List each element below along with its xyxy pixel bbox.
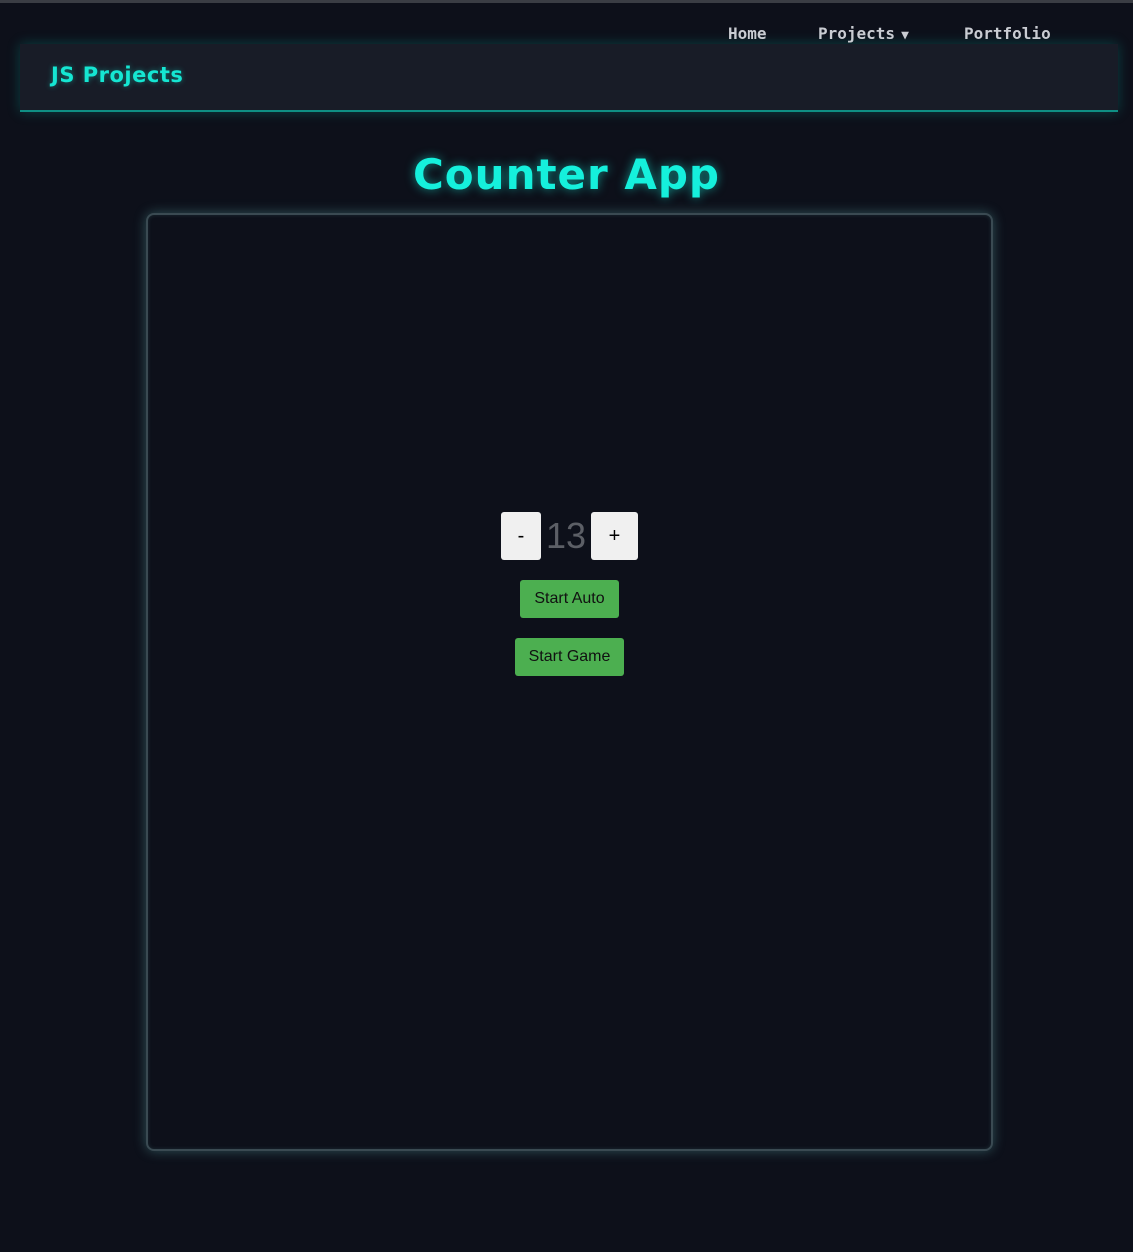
decrement-button[interactable]: - <box>501 512 541 560</box>
start-auto-button[interactable]: Start Auto <box>520 580 619 618</box>
chevron-down-icon: ▼ <box>901 28 909 43</box>
increment-button[interactable]: + <box>591 512 638 560</box>
counter-controls: - 13 + <box>501 512 638 560</box>
nav-link-projects-label: Projects <box>818 24 896 43</box>
nav-link-home[interactable]: Home <box>728 24 767 43</box>
start-game-button[interactable]: Start Game <box>515 638 624 676</box>
nav-link-portfolio[interactable]: Portfolio <box>964 24 1051 43</box>
page-title: Counter App <box>412 150 720 199</box>
app-container <box>146 213 993 1151</box>
window-top-border <box>0 0 1133 3</box>
navbar: JS Projects <box>20 44 1118 112</box>
brand-logo[interactable]: JS Projects <box>51 63 183 87</box>
counter-value: 13 <box>545 515 587 556</box>
nav-link-projects[interactable]: Projects ▼ <box>818 24 909 43</box>
